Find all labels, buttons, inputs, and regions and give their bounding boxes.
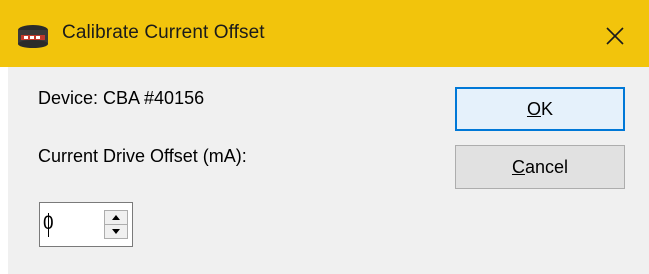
- offset-spinbox[interactable]: [39, 202, 133, 247]
- cancel-mnemonic: C: [511, 157, 525, 177]
- cancel-button[interactable]: Cancel: [455, 145, 625, 189]
- close-button[interactable]: [595, 16, 635, 56]
- title-bar[interactable]: Calibrate Current Offset: [0, 0, 649, 67]
- device-label: Device: CBA #40156: [38, 88, 205, 108]
- spin-down-button[interactable]: [105, 225, 127, 238]
- chevron-down-icon: [112, 229, 120, 234]
- ok-button[interactable]: OK: [455, 87, 625, 131]
- ok-label: K: [541, 99, 554, 119]
- spin-up-button[interactable]: [105, 211, 127, 225]
- spin-buttons: [104, 210, 128, 239]
- text-caret: [48, 213, 49, 237]
- window-title: Calibrate Current Offset: [62, 22, 265, 43]
- close-icon: [606, 27, 624, 45]
- cancel-label: ancel: [524, 157, 569, 177]
- device-box-icon: [18, 25, 48, 48]
- dialog-body: Device: CBA #40156 Current Drive Offset …: [8, 67, 649, 274]
- chevron-up-icon: [112, 215, 120, 220]
- offset-input[interactable]: [43, 208, 91, 240]
- offset-label: Current Drive Offset (mA):: [38, 146, 247, 166]
- ok-mnemonic: O: [526, 99, 541, 119]
- calibrate-dialog: Calibrate Current Offset Device: CBA #40…: [0, 0, 649, 274]
